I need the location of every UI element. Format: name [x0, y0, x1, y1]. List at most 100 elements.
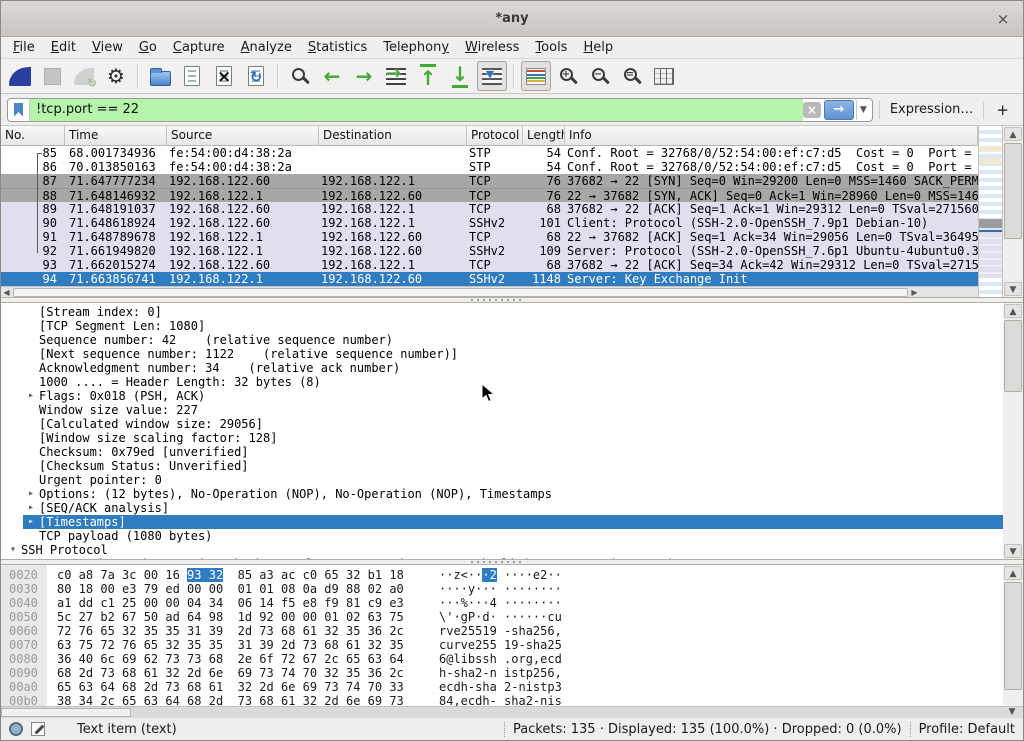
table-row[interactable]: 8670.013850163fe:54:00:d4:38:2aSTP54Conf…: [1, 160, 978, 174]
table-row[interactable]: 9371.662015274192.168.122.60192.168.122.…: [1, 258, 978, 272]
close-icon[interactable]: ×: [993, 9, 1013, 29]
hex-row[interactable]: 00505c 27 b2 67 50 ad 64 98 1d 92 00 00 …: [1, 610, 1003, 624]
expand-arrow-icon[interactable]: [23, 375, 39, 389]
expand-arrow-icon[interactable]: ▸: [23, 501, 39, 515]
menu-item[interactable]: Statistics: [300, 38, 375, 57]
hex-row[interactable]: 0020c0 a8 7a 3c 00 16 93 32 85 a3 ac c0 …: [1, 568, 1003, 582]
table-row[interactable]: 8771.647777234192.168.122.60192.168.122.…: [1, 174, 978, 188]
hex-row[interactable]: 0040a1 dd c1 25 00 00 04 34 06 14 f5 e8 …: [1, 596, 1003, 610]
filter-clear-icon[interactable]: ×: [803, 102, 821, 118]
display-filter-input[interactable]: !tcp.port == 22 × → ▼: [7, 98, 873, 122]
scroll-up-icon[interactable]: ▲: [1004, 127, 1022, 141]
hscroll-thumb[interactable]: [13, 288, 908, 297]
packet-list-vscrollbar[interactable]: ▲ ▼: [1003, 126, 1023, 297]
close-file-icon[interactable]: [209, 61, 239, 91]
vscroll-thumb[interactable]: [1004, 143, 1022, 239]
table-row[interactable]: 9471.663856741192.168.122.1192.168.122.6…: [1, 272, 978, 286]
detail-line[interactable]: TCP payload (1080 bytes): [23, 529, 1003, 543]
expand-arrow-icon[interactable]: [23, 319, 39, 333]
menu-item[interactable]: Capture: [165, 38, 233, 57]
details-vscrollbar[interactable]: ▲ ▼: [1003, 303, 1023, 559]
zoom-in-icon[interactable]: [553, 61, 583, 91]
filter-bookmark-button[interactable]: [8, 99, 30, 121]
scroll-down-icon[interactable]: ▼: [1003, 707, 1021, 718]
restart-capture-icon[interactable]: [69, 61, 99, 91]
menu-item[interactable]: Edit: [43, 38, 84, 57]
hex-row[interactable]: 007063 75 72 76 65 32 35 35 31 39 2d 73 …: [1, 638, 1003, 652]
hex-row[interactable]: 009068 2d 73 68 61 32 2d 6e 69 73 74 70 …: [1, 666, 1003, 680]
zoom-reset-icon[interactable]: [617, 61, 647, 91]
expression-button[interactable]: Expression…: [886, 102, 978, 117]
vscroll-thumb[interactable]: [1004, 582, 1022, 690]
intelligent-scrollbar[interactable]: [979, 126, 1003, 297]
hex-row[interactable]: 00a065 63 64 68 2d 73 68 61 32 2d 6e 69 …: [1, 680, 1003, 694]
table-row[interactable]: 8871.648146932192.168.122.1192.168.122.6…: [1, 188, 978, 202]
filter-dropdown-icon[interactable]: ▼: [856, 100, 870, 120]
hex-row[interactable]: 00b038 34 2c 65 63 64 68 2d 73 68 61 32 …: [1, 694, 1003, 706]
table-row[interactable]: 8568.001734936fe:54:00:d4:38:2aSTP54Conf…: [1, 146, 978, 160]
column-header[interactable]: Source: [167, 126, 319, 145]
table-row[interactable]: 9271.661949820192.168.122.1192.168.122.6…: [1, 244, 978, 258]
detail-line[interactable]: ▸[Timestamps]: [23, 515, 1003, 529]
colorize-icon[interactable]: [521, 61, 551, 91]
menu-item[interactable]: Analyze: [233, 38, 300, 57]
go-back-icon[interactable]: [317, 61, 347, 91]
expand-arrow-icon[interactable]: [23, 333, 39, 347]
packet-list-hscrollbar[interactable]: ◀ ▶: [1, 286, 978, 297]
scroll-up-icon[interactable]: ▲: [1004, 304, 1022, 318]
expert-info-icon[interactable]: [9, 722, 23, 736]
expand-arrow-icon[interactable]: [23, 459, 39, 473]
detail-line[interactable]: ▸Options: (12 bytes), No-Operation (NOP)…: [23, 487, 1003, 501]
detail-line[interactable]: 1000 .... = Header Length: 32 bytes (8): [23, 375, 1003, 389]
column-header[interactable]: Time: [65, 126, 167, 145]
expand-arrow-icon[interactable]: [23, 361, 39, 375]
detail-line[interactable]: Acknowledgment number: 34 (relative ack …: [23, 361, 1003, 375]
expand-arrow-icon[interactable]: [23, 445, 39, 459]
detail-line[interactable]: Sequence number: 42 (relative sequence n…: [23, 333, 1003, 347]
detail-line[interactable]: ▸Flags: 0x018 (PSH, ACK): [23, 389, 1003, 403]
reload-file-icon[interactable]: [241, 61, 271, 91]
scroll-left-icon[interactable]: ◀: [1, 287, 12, 297]
go-to-packet-icon[interactable]: [381, 61, 411, 91]
expand-arrow-icon[interactable]: [23, 529, 39, 543]
table-row[interactable]: 9071.648618924192.168.122.60192.168.122.…: [1, 216, 978, 230]
expand-arrow-icon[interactable]: ▾: [5, 543, 21, 557]
column-header[interactable]: Protocol: [467, 126, 523, 145]
start-capture-icon[interactable]: [5, 61, 35, 91]
expand-arrow-icon[interactable]: [23, 305, 39, 319]
find-packet-icon[interactable]: [285, 61, 315, 91]
resize-columns-icon[interactable]: [649, 61, 679, 91]
scroll-down-icon[interactable]: ▼: [1004, 544, 1022, 558]
column-header[interactable]: Info: [565, 126, 978, 145]
auto-scroll-icon[interactable]: [477, 61, 507, 91]
save-file-icon[interactable]: [177, 61, 207, 91]
column-header[interactable]: No.: [1, 126, 65, 145]
expand-arrow-icon[interactable]: ▸: [23, 515, 39, 529]
profile-button[interactable]: Profile: Default: [919, 722, 1015, 737]
menu-item[interactable]: Wireless: [457, 38, 527, 57]
detail-line[interactable]: [Checksum Status: Unverified]: [23, 459, 1003, 473]
detail-line[interactable]: Checksum: 0x79ed [unverified]: [23, 445, 1003, 459]
table-row[interactable]: 9171.648789678192.168.122.1192.168.122.6…: [1, 230, 978, 244]
detail-line[interactable]: [Window size scaling factor: 128]: [23, 431, 1003, 445]
scroll-up-icon[interactable]: ▲: [1004, 566, 1022, 580]
detail-line[interactable]: ▸SSH Version 2 (encryption:chacha20-poly…: [23, 557, 1003, 559]
hex-hscrollbar[interactable]: ▼: [1, 706, 1023, 718]
menu-item[interactable]: File: [5, 38, 43, 57]
filter-field[interactable]: !tcp.port == 22: [30, 99, 803, 121]
hex-row[interactable]: 008036 40 6c 69 62 73 73 68 2e 6f 72 67 …: [1, 652, 1003, 666]
filter-apply-icon[interactable]: →: [824, 100, 854, 120]
menu-item[interactable]: Go: [131, 38, 165, 57]
separator[interactable]: [133, 61, 143, 91]
vscroll-thumb[interactable]: [1004, 320, 1022, 392]
detail-line[interactable]: [Stream index: 0]: [23, 305, 1003, 319]
detail-line[interactable]: Urgent pointer: 0: [23, 473, 1003, 487]
menu-item[interactable]: Tools: [527, 38, 575, 57]
pane-splitter[interactable]: [1, 560, 1023, 564]
expand-arrow-icon[interactable]: [23, 431, 39, 445]
separator[interactable]: [509, 61, 519, 91]
hscroll-thumb[interactable]: [1, 708, 131, 717]
detail-line[interactable]: Window size value: 227: [23, 403, 1003, 417]
expand-arrow-icon[interactable]: ▸: [23, 557, 39, 559]
table-row[interactable]: 8971.648191037192.168.122.60192.168.122.…: [1, 202, 978, 216]
